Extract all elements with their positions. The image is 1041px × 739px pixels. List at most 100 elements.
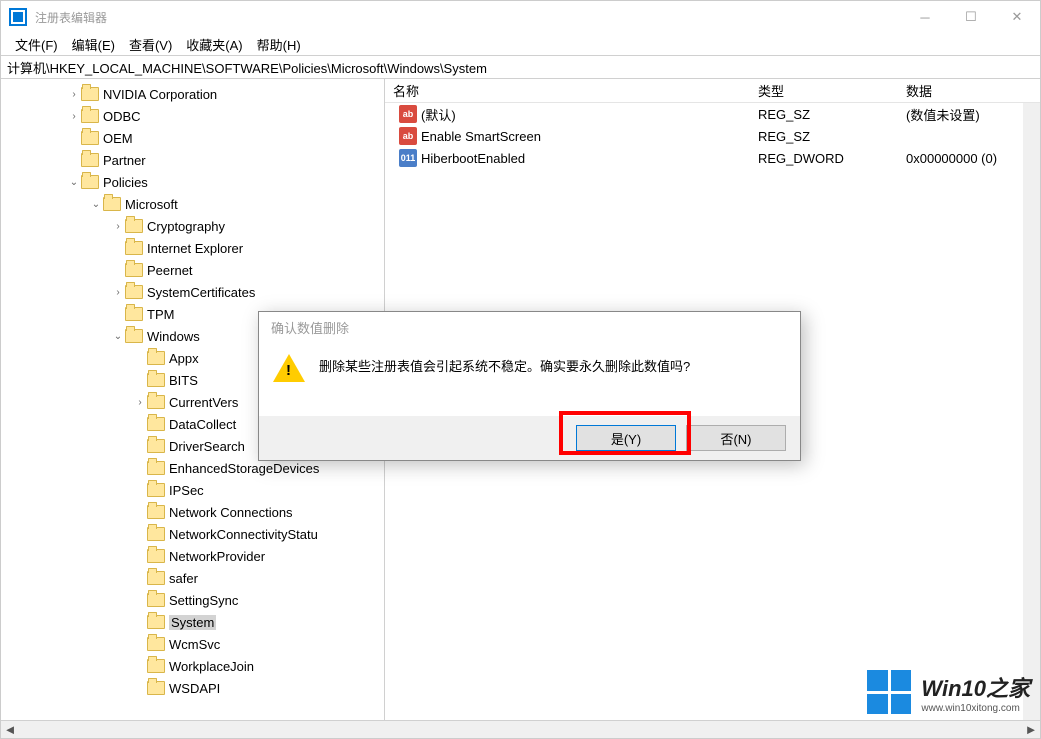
- tree-label: NetworkProvider: [169, 549, 265, 564]
- menu-help[interactable]: 帮助(H): [257, 35, 301, 54]
- folder-icon: [125, 307, 143, 321]
- menu-view[interactable]: 查看(V): [129, 35, 172, 54]
- tree-item-network-connections[interactable]: Network Connections: [1, 501, 384, 523]
- folder-icon: [147, 681, 165, 695]
- value-row[interactable]: 011HiberbootEnabledREG_DWORD0x00000000 (…: [385, 147, 1040, 169]
- tree-item-system[interactable]: System: [1, 611, 384, 633]
- horizontal-scrollbar[interactable]: ◄ ►: [1, 720, 1040, 738]
- chevron-icon[interactable]: ⌄: [89, 199, 103, 210]
- tree-label: Policies: [103, 175, 148, 190]
- value-row[interactable]: abEnable SmartScreenREG_SZ: [385, 125, 1040, 147]
- tree-item-policies[interactable]: ⌄ Policies: [1, 171, 384, 193]
- list-header: 名称 类型 数据: [385, 79, 1040, 103]
- value-row[interactable]: ab(默认)REG_SZ(数值未设置): [385, 103, 1040, 125]
- chevron-icon[interactable]: ⌄: [67, 177, 81, 188]
- tree-item-internet-explorer[interactable]: Internet Explorer: [1, 237, 384, 259]
- confirm-delete-dialog: 确认数值删除 删除某些注册表值会引起系统不稳定。确实要永久删除此数值吗? 是(Y…: [258, 311, 801, 461]
- tree-label: TPM: [147, 307, 174, 322]
- chevron-icon[interactable]: ›: [67, 89, 81, 100]
- tree-item-safer[interactable]: safer: [1, 567, 384, 589]
- folder-icon: [147, 505, 165, 519]
- address-bar[interactable]: 计算机\HKEY_LOCAL_MACHINE\SOFTWARE\Policies…: [1, 55, 1040, 79]
- col-header-data[interactable]: 数据: [898, 81, 1040, 100]
- value-type: REG_SZ: [750, 107, 898, 122]
- dialog-message: 删除某些注册表值会引起系统不稳定。确实要永久删除此数值吗?: [319, 352, 690, 384]
- chevron-icon[interactable]: ›: [111, 221, 125, 232]
- dialog-button-row: 是(Y) 否(N): [259, 416, 800, 460]
- tree-label: Appx: [169, 351, 199, 366]
- tree-label: Internet Explorer: [147, 241, 243, 256]
- folder-icon: [147, 527, 165, 541]
- tree-label: DriverSearch: [169, 439, 245, 454]
- tree-item-nvidia-corporation[interactable]: › NVIDIA Corporation: [1, 83, 384, 105]
- folder-icon: [147, 637, 165, 651]
- tree-item-odbc[interactable]: ›ODBC: [1, 105, 384, 127]
- windows-logo-icon: [867, 670, 911, 714]
- chevron-icon[interactable]: ⌄: [111, 331, 125, 342]
- folder-icon: [147, 439, 165, 453]
- warning-icon: [273, 352, 305, 384]
- tree-item-workplacejoin[interactable]: WorkplaceJoin: [1, 655, 384, 677]
- value-type-icon: ab: [399, 127, 417, 145]
- tree-item-networkconnectivitystatu[interactable]: NetworkConnectivityStatu: [1, 523, 384, 545]
- menu-edit[interactable]: 编辑(E): [72, 35, 115, 54]
- yes-button[interactable]: 是(Y): [576, 425, 676, 451]
- menu-file[interactable]: 文件(F): [15, 35, 58, 54]
- scroll-right-icon[interactable]: ►: [1022, 721, 1040, 739]
- tree-label: DataCollect: [169, 417, 236, 432]
- folder-icon: [147, 483, 165, 497]
- menu-favorites[interactable]: 收藏夹(A): [186, 35, 242, 54]
- tree-label: Windows: [147, 329, 200, 344]
- tree-label: WSDAPI: [169, 681, 220, 696]
- tree-item-settingsync[interactable]: SettingSync: [1, 589, 384, 611]
- titlebar: 注册表编辑器 ─ ☐ ✕: [1, 1, 1040, 33]
- tree-label: Microsoft: [125, 197, 178, 212]
- folder-icon: [147, 351, 165, 365]
- folder-icon: [81, 175, 99, 189]
- value-type: REG_DWORD: [750, 151, 898, 166]
- folder-icon: [81, 87, 99, 101]
- tree-item-systemcertificates[interactable]: › SystemCertificates: [1, 281, 384, 303]
- tree-item-networkprovider[interactable]: NetworkProvider: [1, 545, 384, 567]
- tree-item-cryptography[interactable]: › Cryptography: [1, 215, 384, 237]
- tree-label: WorkplaceJoin: [169, 659, 254, 674]
- tree-item-wsdapi[interactable]: WSDAPI: [1, 677, 384, 699]
- list-vertical-scrollbar[interactable]: [1023, 103, 1040, 720]
- folder-icon: [147, 615, 165, 629]
- tree-item-oem[interactable]: OEM: [1, 127, 384, 149]
- value-name: (默认): [421, 105, 456, 124]
- col-header-type[interactable]: 类型: [750, 81, 898, 100]
- tree-item-partner[interactable]: Partner: [1, 149, 384, 171]
- minimize-button[interactable]: ─: [902, 1, 948, 33]
- watermark-title: Win10之家: [921, 671, 1030, 703]
- watermark: Win10之家 www.win10xitong.com: [867, 670, 1030, 714]
- folder-icon: [147, 395, 165, 409]
- chevron-icon[interactable]: ›: [111, 287, 125, 298]
- scroll-left-icon[interactable]: ◄: [1, 721, 19, 739]
- tree-item-microsoft[interactable]: ⌄ Microsoft: [1, 193, 384, 215]
- chevron-icon[interactable]: ›: [67, 111, 81, 122]
- tree-item-wcmsvc[interactable]: WcmSvc: [1, 633, 384, 655]
- tree-item-ipsec[interactable]: IPSec: [1, 479, 384, 501]
- value-name: HiberbootEnabled: [421, 151, 525, 166]
- watermark-url: www.win10xitong.com: [921, 703, 1030, 714]
- tree-item-peernet[interactable]: Peernet: [1, 259, 384, 281]
- tree-label: SystemCertificates: [147, 285, 255, 300]
- tree-label: NetworkConnectivityStatu: [169, 527, 318, 542]
- chevron-icon[interactable]: ›: [133, 397, 147, 408]
- folder-icon: [147, 461, 165, 475]
- folder-icon: [147, 373, 165, 387]
- tree-label: Cryptography: [147, 219, 225, 234]
- value-data: 0x00000000 (0): [898, 151, 1040, 166]
- folder-icon: [81, 131, 99, 145]
- list-body: ab(默认)REG_SZ(数值未设置)abEnable SmartScreenR…: [385, 103, 1040, 169]
- folder-icon: [103, 197, 121, 211]
- no-button[interactable]: 否(N): [686, 425, 786, 451]
- col-header-name[interactable]: 名称: [385, 81, 750, 100]
- tree-label: SettingSync: [169, 593, 238, 608]
- close-button[interactable]: ✕: [994, 1, 1040, 33]
- maximize-button[interactable]: ☐: [948, 1, 994, 33]
- value-type-icon: ab: [399, 105, 417, 123]
- folder-icon: [125, 285, 143, 299]
- tree-label: NVIDIA Corporation: [103, 87, 217, 102]
